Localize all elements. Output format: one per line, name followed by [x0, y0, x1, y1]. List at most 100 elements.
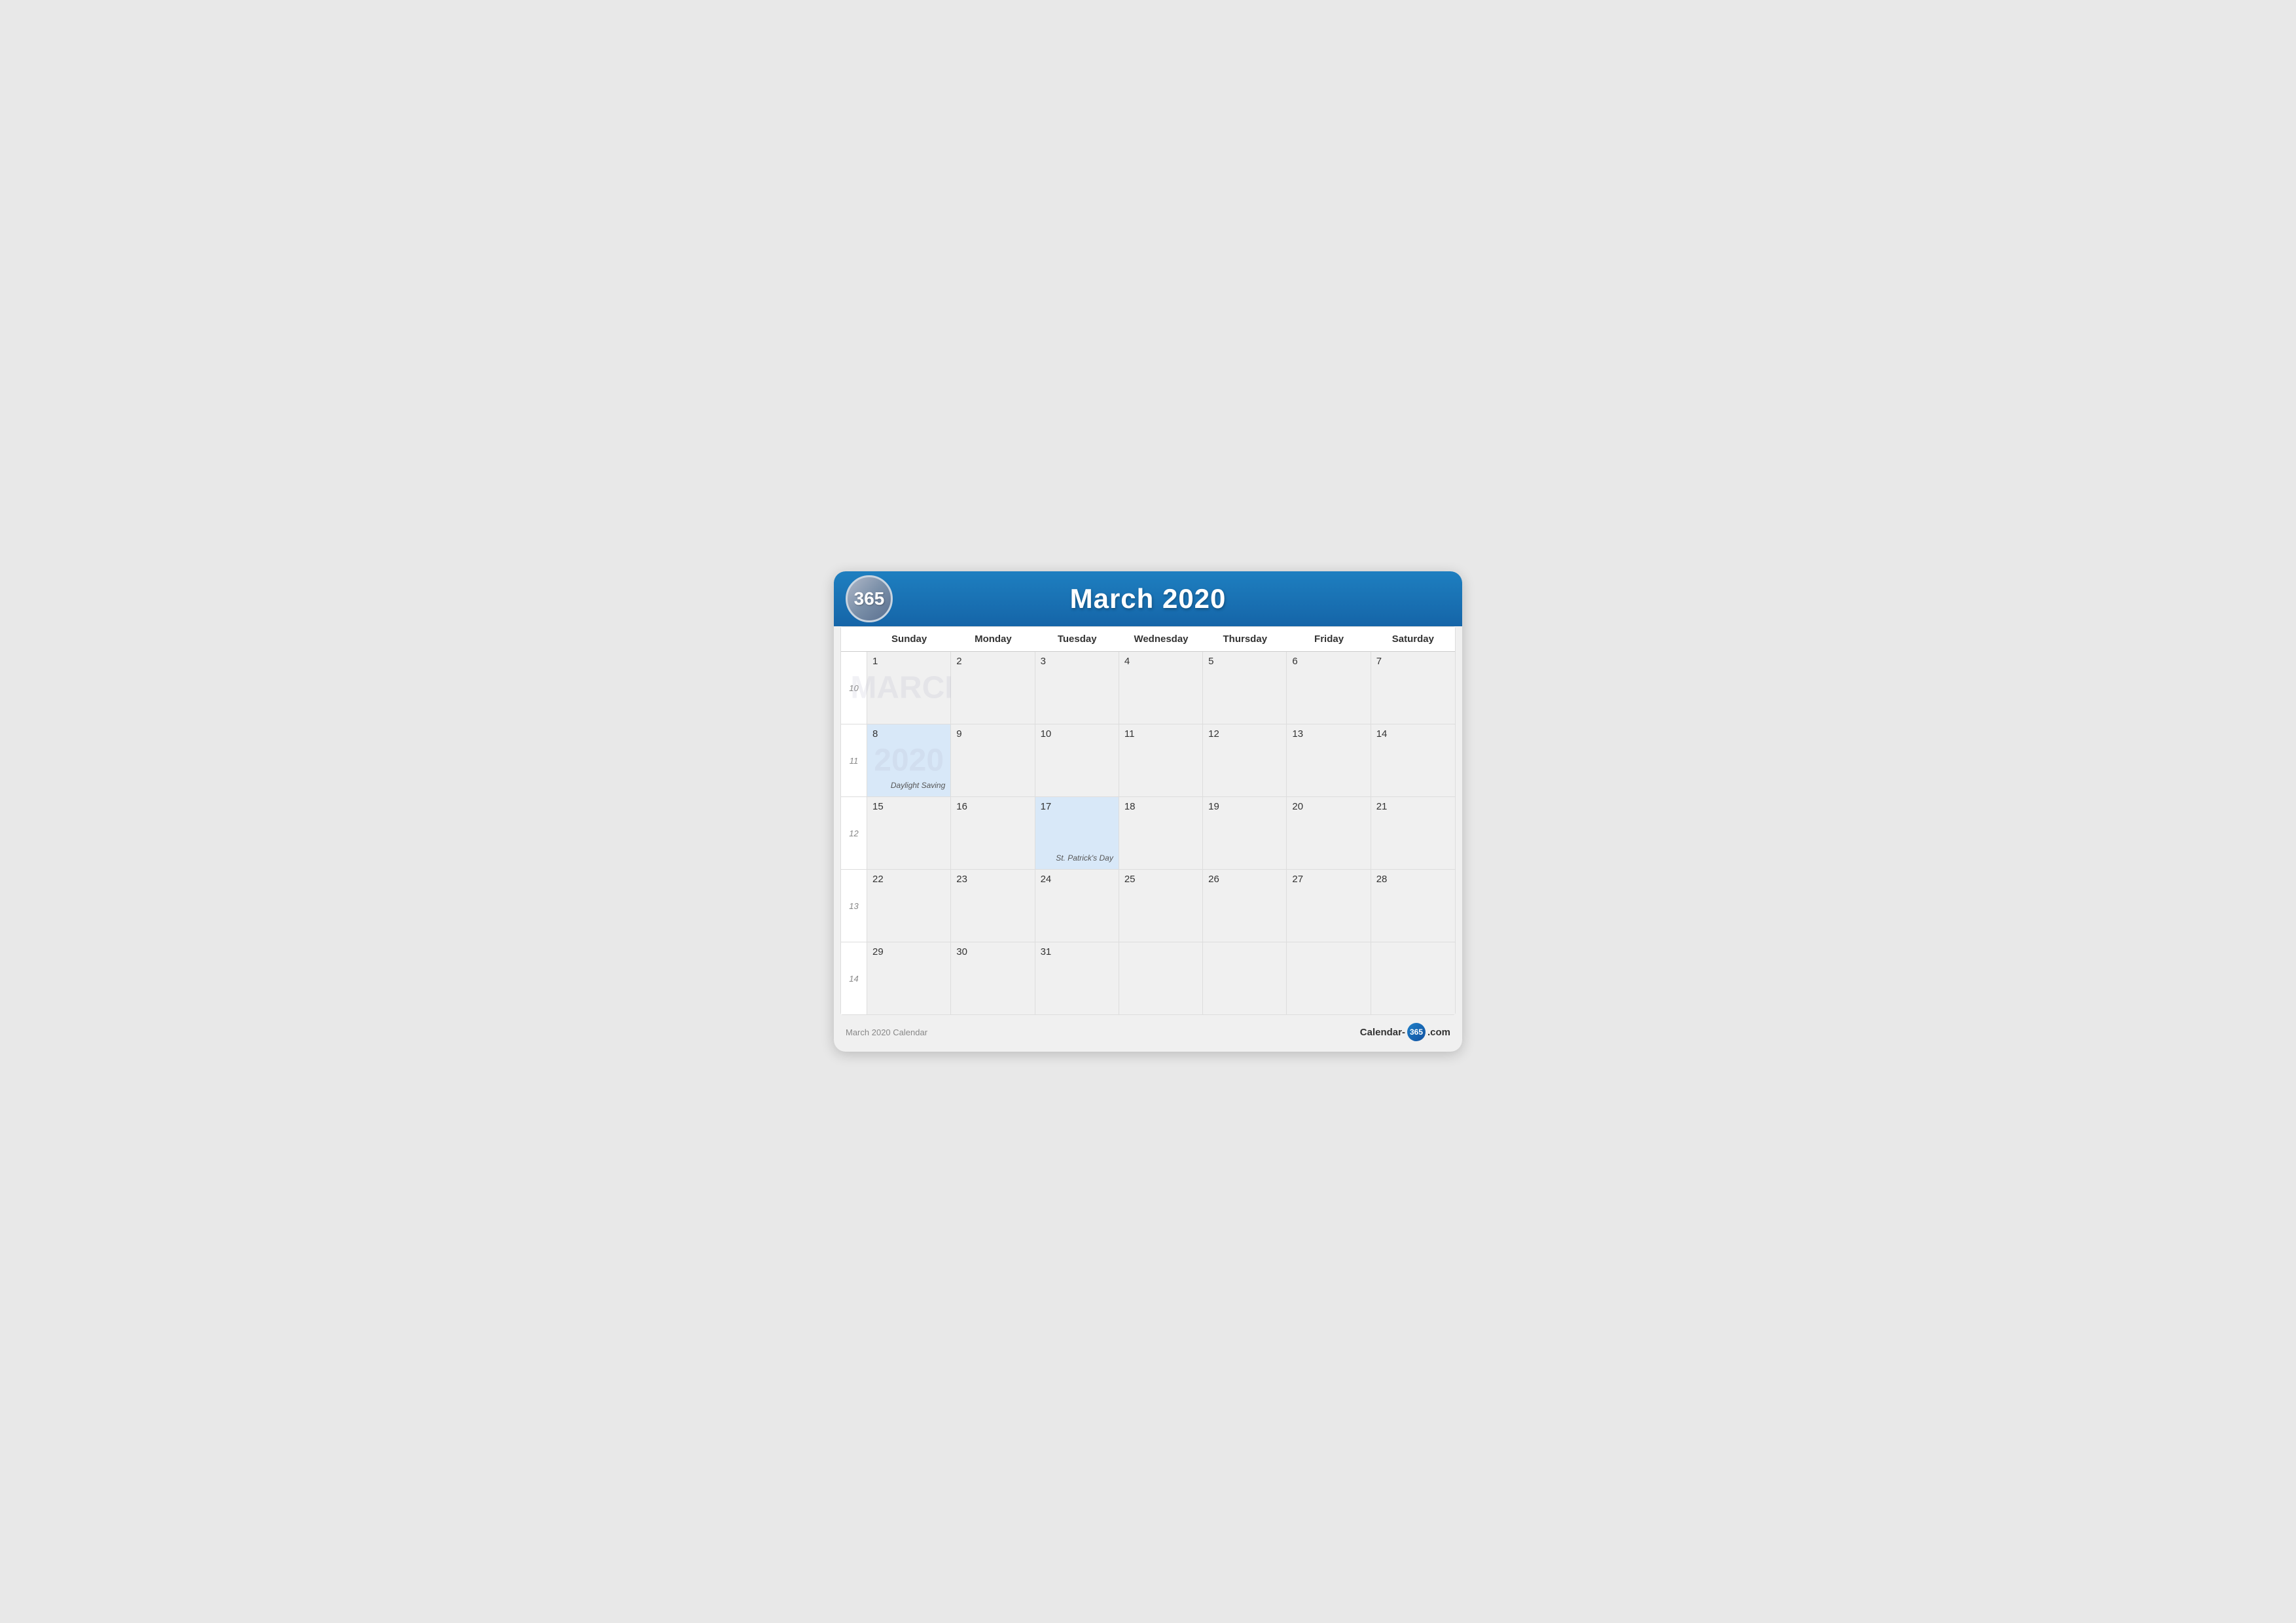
- week-num-12: 12: [841, 797, 867, 869]
- footer-left-text: March 2020 Calendar: [846, 1027, 927, 1037]
- week-num-11: 11: [841, 724, 867, 796]
- footer-brand-text-suffix: .com: [1427, 1027, 1450, 1038]
- day-number: 9: [956, 728, 961, 740]
- day-number: 1: [872, 656, 878, 667]
- cell-mar-2: 2: [951, 652, 1035, 724]
- watermark-march: MARCH: [850, 670, 967, 706]
- day-number: 11: [1124, 728, 1135, 740]
- cell-mar-28: 28: [1371, 870, 1455, 942]
- cell-mar-29: 29: [867, 942, 951, 1014]
- cell-empty-2: [1203, 942, 1287, 1014]
- cell-mar-14: 14: [1371, 724, 1455, 796]
- calendar-row-week12: 12 15 16 17 St. Patrick's Day 18 19: [841, 797, 1455, 870]
- day-number: 30: [956, 946, 967, 957]
- cell-mar-18: 18: [1119, 797, 1203, 869]
- day-number: 22: [872, 874, 884, 885]
- day-number: 29: [872, 946, 884, 957]
- day-number: 5: [1208, 656, 1213, 667]
- page-title: March 2020: [1070, 583, 1227, 615]
- cell-mar-21: 21: [1371, 797, 1455, 869]
- event-daylight-saving: Daylight Saving: [891, 781, 945, 790]
- footer-logo-badge: 365: [1407, 1023, 1426, 1041]
- day-header-monday: Monday: [951, 627, 1035, 651]
- calendar-header: 365 March 2020: [834, 571, 1462, 626]
- cell-mar-16: 16: [951, 797, 1035, 869]
- day-number: 7: [1376, 656, 1382, 667]
- cell-mar-10: 10: [1035, 724, 1119, 796]
- watermark-2020: 2020: [874, 743, 944, 779]
- cell-mar-27: 27: [1287, 870, 1371, 942]
- cell-mar-15: 15: [867, 797, 951, 869]
- day-number: 20: [1292, 801, 1303, 812]
- cell-mar-6: 6: [1287, 652, 1371, 724]
- day-number: 4: [1124, 656, 1130, 667]
- day-header-tuesday: Tuesday: [1035, 627, 1119, 651]
- day-number: 19: [1208, 801, 1219, 812]
- cell-mar-1: 1 MARCH: [867, 652, 951, 724]
- cell-empty-4: [1371, 942, 1455, 1014]
- footer: March 2020 Calendar Calendar- 365 .com: [834, 1015, 1462, 1045]
- day-number: 25: [1124, 874, 1136, 885]
- cell-mar-7: 7: [1371, 652, 1455, 724]
- day-number: 15: [872, 801, 884, 812]
- cell-mar-11: 11: [1119, 724, 1203, 796]
- footer-brand-text-prefix: Calendar-: [1360, 1027, 1405, 1038]
- day-number: 13: [1292, 728, 1303, 740]
- week-num-13: 13: [841, 870, 867, 942]
- cell-empty-3: [1287, 942, 1371, 1014]
- logo-badge: 365: [846, 575, 893, 622]
- cell-mar-9: 9: [951, 724, 1035, 796]
- day-header-sunday: Sunday: [867, 627, 951, 651]
- cell-mar-25: 25: [1119, 870, 1203, 942]
- day-number: 6: [1292, 656, 1297, 667]
- calendar-row-week13: 13 22 23 24 25 26 27: [841, 870, 1455, 942]
- day-number: 26: [1208, 874, 1219, 885]
- day-number: 31: [1041, 946, 1052, 957]
- cell-mar-22: 22: [867, 870, 951, 942]
- day-header-wednesday: Wednesday: [1119, 627, 1203, 651]
- calendar-row-week14: 14 29 30 31: [841, 942, 1455, 1014]
- cell-mar-19: 19: [1203, 797, 1287, 869]
- cell-mar-23: 23: [951, 870, 1035, 942]
- cell-mar-12: 12: [1203, 724, 1287, 796]
- cell-mar-17: 17 St. Patrick's Day: [1035, 797, 1119, 869]
- day-number: 3: [1041, 656, 1046, 667]
- day-number: 10: [1041, 728, 1052, 740]
- calendar-grid: Sunday Monday Tuesday Wednesday Thursday…: [840, 626, 1456, 1015]
- cell-mar-3: 3: [1035, 652, 1119, 724]
- day-number: 17: [1041, 801, 1052, 812]
- cell-mar-8: 8 2020 Daylight Saving: [867, 724, 951, 796]
- cell-mar-24: 24: [1035, 870, 1119, 942]
- week-num-header-empty: [841, 627, 867, 651]
- day-number: 14: [1376, 728, 1388, 740]
- day-header-friday: Friday: [1287, 627, 1371, 651]
- day-number: 12: [1208, 728, 1219, 740]
- day-header-thursday: Thursday: [1203, 627, 1287, 651]
- day-number: 21: [1376, 801, 1388, 812]
- day-number: 24: [1041, 874, 1052, 885]
- cell-mar-4: 4: [1119, 652, 1203, 724]
- cell-mar-13: 13: [1287, 724, 1371, 796]
- calendar-row-week10: 10 1 MARCH 2 3 4 5 6: [841, 652, 1455, 724]
- day-number: 28: [1376, 874, 1388, 885]
- day-number: 8: [872, 728, 878, 740]
- week-num-10: 10: [841, 652, 867, 724]
- calendar-row-week11: 11 8 2020 Daylight Saving 9 10 11 12: [841, 724, 1455, 797]
- day-number: 18: [1124, 801, 1136, 812]
- day-number: 16: [956, 801, 967, 812]
- cell-mar-5: 5: [1203, 652, 1287, 724]
- week-num-14: 14: [841, 942, 867, 1014]
- calendar-body: 10 1 MARCH 2 3 4 5 6: [841, 652, 1455, 1014]
- day-header-saturday: Saturday: [1371, 627, 1455, 651]
- cell-mar-31: 31: [1035, 942, 1119, 1014]
- cell-mar-26: 26: [1203, 870, 1287, 942]
- day-number: 23: [956, 874, 967, 885]
- cell-empty-1: [1119, 942, 1203, 1014]
- day-number: 2: [956, 656, 961, 667]
- calendar-page: 365 March 2020 Sunday Monday Tuesday Wed…: [834, 571, 1462, 1052]
- cell-mar-30: 30: [951, 942, 1035, 1014]
- footer-right-branding: Calendar- 365 .com: [1360, 1023, 1450, 1041]
- day-headers-row: Sunday Monday Tuesday Wednesday Thursday…: [841, 627, 1455, 652]
- day-number: 27: [1292, 874, 1303, 885]
- cell-mar-20: 20: [1287, 797, 1371, 869]
